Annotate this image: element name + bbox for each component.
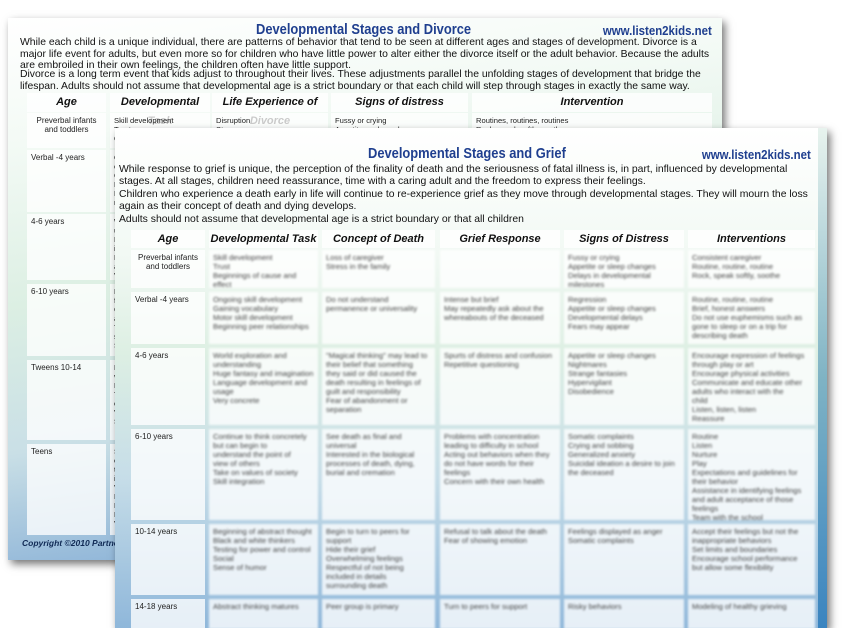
table-cell: Refusal to talk about the death Fear of … bbox=[440, 524, 560, 595]
column-header: Intervention bbox=[472, 93, 712, 112]
table-cell: Turn to peers for support bbox=[440, 599, 560, 628]
table-cell: Begin to turn to peers for support Hide … bbox=[322, 524, 435, 595]
column-header: Concept of Death bbox=[322, 230, 435, 248]
column-header: Life Experience of Divorce bbox=[212, 93, 328, 127]
table-cell: Consistent caregiver Routine, routine, r… bbox=[688, 250, 815, 288]
column-header: Developmental Task bbox=[110, 93, 210, 127]
grief-intro-3: Adults should not assume that developmen… bbox=[119, 214, 524, 225]
column-header: Signs of distress bbox=[331, 93, 468, 112]
row-age-cell: 10-14 years bbox=[131, 524, 205, 595]
table-cell: Appetite or sleep changes Nightmares Str… bbox=[564, 348, 684, 425]
table-cell: Spurts of distress and confusion Repetit… bbox=[440, 348, 560, 425]
row-age-cell: Teens bbox=[27, 444, 106, 535]
grief-intro-2: Children who experience a death early in… bbox=[119, 189, 808, 212]
table-cell: Abstract thinking matures bbox=[209, 599, 318, 628]
divorce-title: Developmental Stages and Divorce bbox=[256, 21, 472, 38]
table-cell: Intense but brief May repeatedly ask abo… bbox=[440, 292, 560, 344]
table-cell: Problems with concentration leading to d… bbox=[440, 429, 560, 520]
table-cell bbox=[440, 250, 560, 288]
row-age-cell: 14-18 years bbox=[131, 599, 205, 628]
row-age-cell: Verbal -4 years bbox=[27, 150, 106, 212]
grief-chart-sheet: Developmental Stages and Grief www.liste… bbox=[115, 128, 827, 628]
divorce-intro-2: Divorce is a long term event that kids a… bbox=[20, 69, 701, 92]
row-age-cell: Tweens 10-14 bbox=[27, 360, 106, 440]
table-cell: Do not understand permanence or universa… bbox=[322, 292, 435, 344]
row-age-cell: 4-6 years bbox=[27, 214, 106, 280]
column-header: Age bbox=[27, 93, 106, 112]
table-cell: Somatic complaints Crying and sobbing Ge… bbox=[564, 429, 684, 520]
row-age-cell: 4-6 years bbox=[131, 348, 205, 425]
grief-url: www.listen2kids.net bbox=[702, 147, 811, 162]
column-header: Signs of Distress bbox=[564, 230, 684, 248]
table-cell: Continue to think concretely but can beg… bbox=[209, 429, 318, 520]
table-cell: Risky behaviors bbox=[564, 599, 684, 628]
row-age-cell: Preverbal infants and toddlers bbox=[27, 113, 106, 148]
grief-title: Developmental Stages and Grief bbox=[368, 145, 566, 162]
table-cell: Peer group is primary bbox=[322, 599, 435, 628]
row-age-cell: Verbal -4 years bbox=[131, 292, 205, 344]
column-header: Age bbox=[131, 230, 205, 248]
table-cell: Accept their feelings but not the inappr… bbox=[688, 524, 815, 595]
table-cell: Ongoing skill development Gaining vocabu… bbox=[209, 292, 318, 344]
table-cell: Regression Appetite or sleep changes Dev… bbox=[564, 292, 684, 344]
table-cell: World exploration and understanding Huge… bbox=[209, 348, 318, 425]
table-cell: Encourage expression of feelings through… bbox=[688, 348, 815, 425]
copyright: Copyright ©2010 Partne bbox=[22, 538, 119, 548]
divorce-intro-1: While each child is a unique individual,… bbox=[20, 37, 710, 72]
table-cell: Routine, routine, routine Brief, honest … bbox=[688, 292, 815, 344]
table-cell: Loss of caregiver Stress in the family bbox=[322, 250, 435, 288]
table-cell: Modeling of healthy grieving bbox=[688, 599, 815, 628]
column-header: Interventions bbox=[688, 230, 815, 248]
divorce-url: www.listen2kids.net bbox=[603, 23, 712, 38]
table-cell: Routine Listen Nurture Play Expectations… bbox=[688, 429, 815, 522]
column-header: Developmental Task bbox=[209, 230, 318, 248]
column-header: Grief Response bbox=[440, 230, 560, 248]
table-cell: Fussy or crying Appetite or sleep change… bbox=[564, 250, 684, 289]
table-cell: Feelings displayed as anger Somatic comp… bbox=[564, 524, 684, 595]
table-cell: "Magical thinking" may lead to their bel… bbox=[322, 348, 435, 425]
table-cell: See death as final and universal Interes… bbox=[322, 429, 435, 520]
table-cell: Beginning of abstract thought Black and … bbox=[209, 524, 318, 595]
grief-intro-1: While response to grief is unique, the p… bbox=[119, 164, 788, 187]
row-age-cell: 6-10 years bbox=[131, 429, 205, 520]
row-age-cell: 6-10 years bbox=[27, 284, 106, 356]
row-age-cell: Preverbal infants and toddlers bbox=[131, 250, 205, 288]
table-cell: Skill development Trust Beginnings of ca… bbox=[209, 250, 318, 289]
